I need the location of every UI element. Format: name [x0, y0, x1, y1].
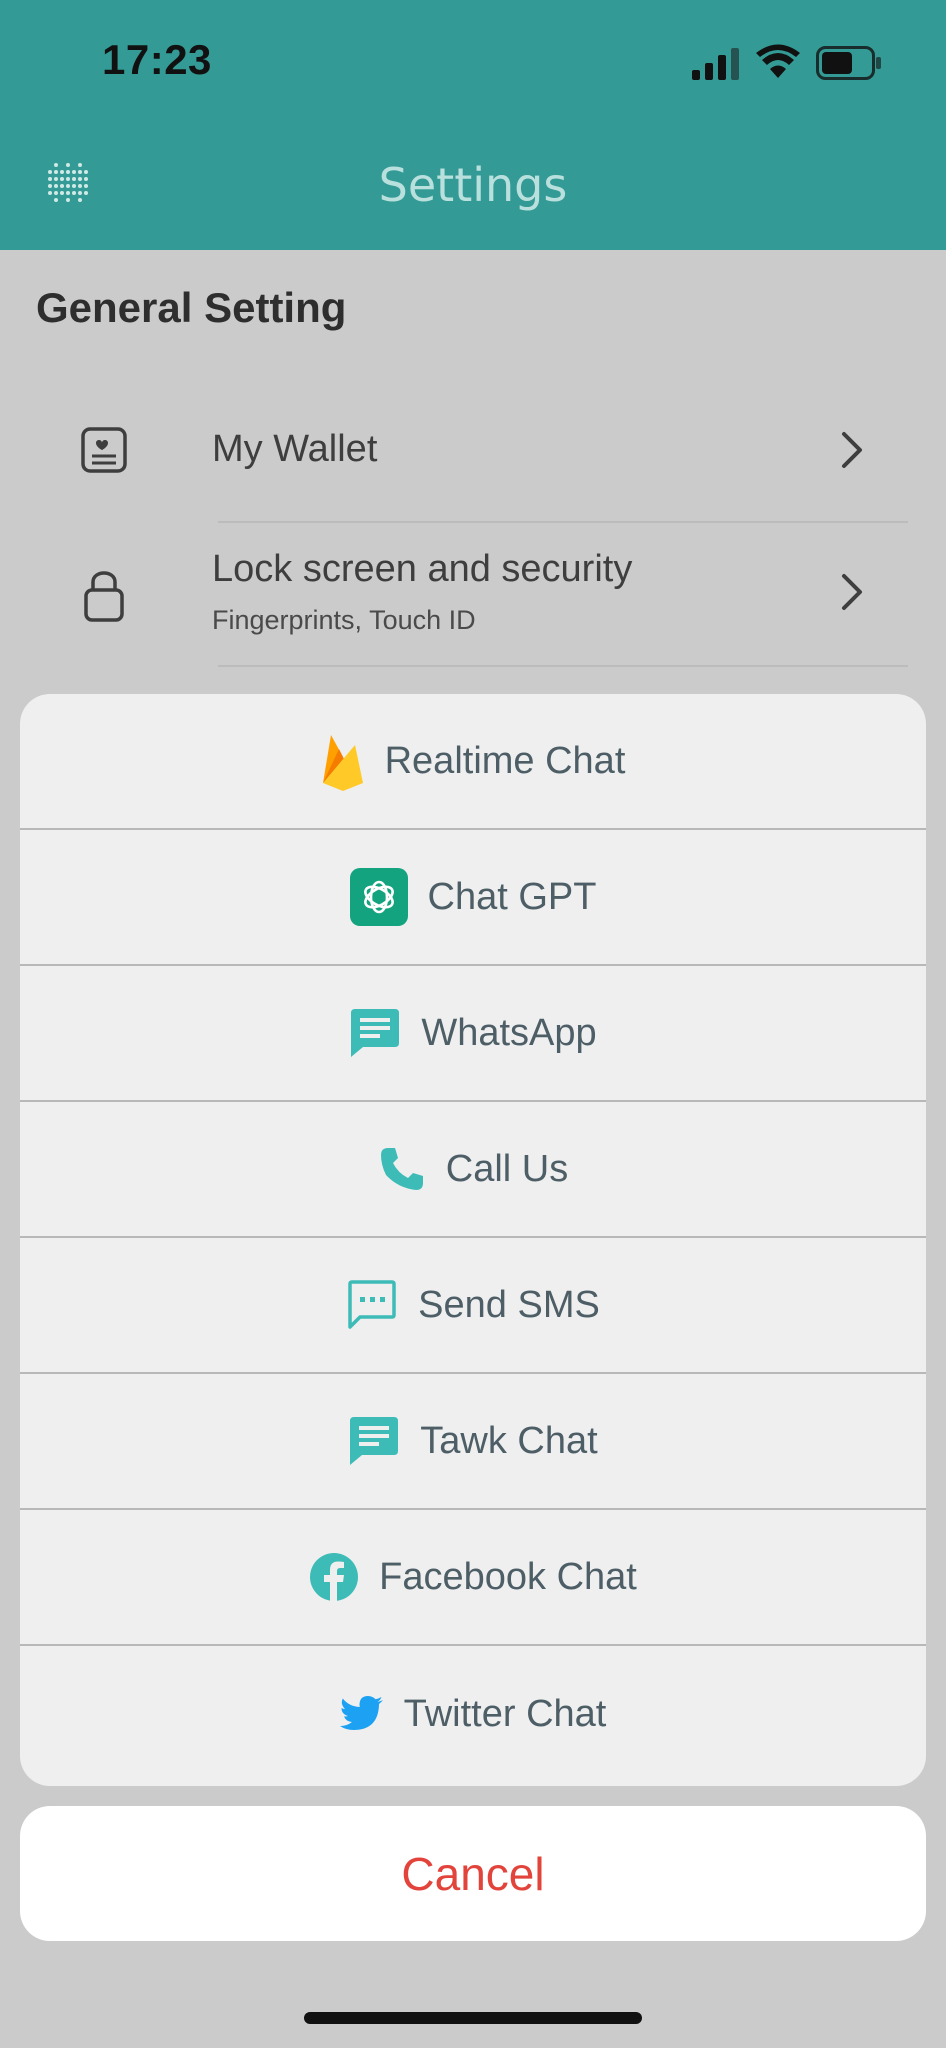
option-label: Twitter Chat — [403, 1692, 607, 1735]
settings-row-lock-screen[interactable]: Lock screen and security Fingerprints, T… — [0, 530, 946, 660]
option-label: Realtime Chat — [384, 739, 626, 782]
option-chat-gpt[interactable]: Chat GPT — [20, 830, 926, 966]
chevron-right-icon — [842, 432, 862, 468]
row-label: My Wallet — [212, 428, 378, 470]
option-call-us[interactable]: Call Us — [20, 1102, 926, 1238]
option-label: Call Us — [445, 1147, 569, 1190]
message-icon — [348, 1415, 400, 1467]
sms-icon — [346, 1279, 398, 1331]
cancel-label: Cancel — [401, 1847, 545, 1900]
twitter-icon — [339, 1695, 384, 1733]
chevron-right-icon — [842, 574, 862, 610]
option-realtime-chat[interactable]: Realtime Chat — [20, 694, 926, 830]
row-sublabel: Fingerprints, Touch ID — [212, 605, 476, 635]
message-icon — [349, 1007, 401, 1059]
option-twitter-chat[interactable]: Twitter Chat — [20, 1646, 926, 1782]
facebook-icon — [309, 1552, 359, 1602]
divider — [218, 665, 908, 667]
settings-row-wallet[interactable]: My Wallet — [0, 400, 946, 500]
chatgpt-icon — [349, 868, 408, 926]
app-header: 17:23 Settings — [0, 0, 946, 250]
action-sheet: Realtime Chat Chat GPT WhatsApp Call Us … — [20, 694, 926, 1786]
option-send-sms[interactable]: Send SMS — [20, 1238, 926, 1374]
cancel-button[interactable]: Cancel — [20, 1806, 926, 1941]
option-label: Tawk Chat — [420, 1419, 598, 1462]
divider — [218, 521, 908, 523]
section-title: General Setting — [36, 284, 347, 331]
lock-icon — [84, 571, 124, 622]
wifi-icon — [756, 44, 800, 78]
option-label: Send SMS — [418, 1283, 600, 1326]
home-indicator — [304, 2012, 642, 2024]
page-title: Settings — [378, 158, 568, 212]
battery-icon — [816, 46, 881, 80]
signal-icon — [692, 48, 739, 80]
row-label: Lock screen and security — [212, 548, 633, 590]
status-time: 17:23 — [102, 36, 212, 83]
firebase-icon — [321, 731, 365, 791]
phone-icon — [378, 1145, 426, 1193]
option-whatsapp[interactable]: WhatsApp — [20, 966, 926, 1102]
option-tawk-chat[interactable]: Tawk Chat — [20, 1374, 926, 1510]
option-label: Chat GPT — [427, 875, 597, 918]
option-facebook-chat[interactable]: Facebook Chat — [20, 1510, 926, 1646]
wallet-icon — [81, 427, 127, 473]
option-label: Facebook Chat — [379, 1555, 637, 1598]
option-label: WhatsApp — [421, 1011, 597, 1054]
